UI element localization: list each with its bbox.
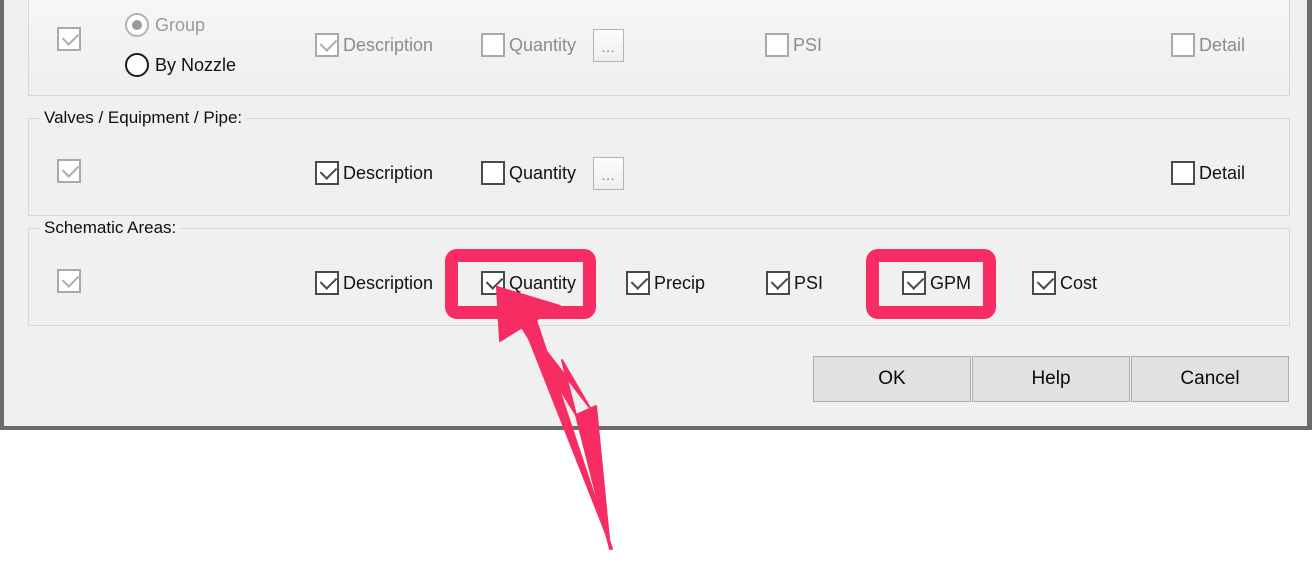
checkbox-label: Description (343, 35, 434, 55)
schematic-master-checkbox[interactable] (57, 269, 81, 293)
checkbox-label: Detail (1199, 163, 1246, 183)
checkbox-glyph (1171, 161, 1195, 185)
group-label-schematic: Schematic Areas: (40, 218, 181, 238)
schematic-checkbox-psi[interactable]: PSI (766, 271, 823, 295)
checkbox-glyph (57, 159, 81, 183)
radio-label-by-nozzle: By Nozzle (155, 55, 237, 75)
group-label-valves: Valves / Equipment / Pipe: (40, 108, 247, 128)
checkbox-glyph (765, 33, 789, 57)
group-schematic-areas: Schematic Areas: Description Quantity Pr… (28, 218, 1290, 326)
checkbox-glyph (315, 271, 339, 295)
valves-checkbox-detail[interactable]: Detail (1171, 161, 1245, 185)
valves-checkbox-description[interactable]: Description (315, 161, 433, 185)
sprinklers-radio-by-nozzle[interactable]: By Nozzle (125, 53, 236, 77)
schematic-checkbox-quantity[interactable]: Quantity (481, 271, 576, 295)
checkbox-label: Precip (654, 273, 706, 293)
checkbox-glyph (902, 271, 926, 295)
checkbox-glyph (1171, 33, 1195, 57)
checkbox-label: PSI (794, 273, 824, 293)
radio-glyph (125, 53, 149, 77)
ok-button[interactable]: OK (813, 356, 971, 402)
checkbox-glyph (626, 271, 650, 295)
schematic-checkbox-cost[interactable]: Cost (1032, 271, 1097, 295)
checkbox-glyph (481, 271, 505, 295)
checkbox-label: PSI (793, 35, 823, 55)
checkbox-glyph (481, 161, 505, 185)
valves-master-checkbox[interactable] (57, 159, 81, 183)
sprinklers-master-checkbox[interactable] (57, 27, 81, 51)
checkbox-label: Quantity (509, 273, 577, 293)
schematic-checkbox-precip[interactable]: Precip (626, 271, 705, 295)
checkbox-label: Description (343, 163, 434, 183)
sprinklers-ellipsis-button[interactable]: ... (593, 29, 624, 62)
group-valves-equipment-pipe: Valves / Equipment / Pipe: Description Q… (28, 108, 1290, 216)
group-sprinklers: Group By Nozzle Description Quantity ...… (28, 0, 1290, 96)
cancel-button[interactable]: Cancel (1131, 356, 1289, 402)
checkbox-label: Quantity (509, 163, 577, 183)
sprinklers-checkbox-detail[interactable]: Detail (1171, 33, 1245, 57)
radio-label-group: Group (155, 15, 206, 35)
sprinklers-checkbox-psi[interactable]: PSI (765, 33, 822, 57)
checkbox-glyph (1032, 271, 1056, 295)
checkbox-glyph (481, 33, 505, 57)
checkbox-label: Description (343, 273, 434, 293)
sprinklers-checkbox-quantity[interactable]: Quantity (481, 33, 576, 57)
checkbox-glyph (57, 269, 81, 293)
checkbox-label: Detail (1199, 35, 1246, 55)
checkbox-glyph (315, 161, 339, 185)
checkbox-glyph (315, 33, 339, 57)
schematic-checkbox-gpm[interactable]: GPM (902, 271, 971, 295)
checkbox-label: GPM (930, 273, 972, 293)
checkbox-label: Quantity (509, 35, 577, 55)
sprinklers-checkbox-description[interactable]: Description (315, 33, 433, 57)
valves-checkbox-quantity[interactable]: Quantity (481, 161, 576, 185)
report-options-dialog: Group By Nozzle Description Quantity ...… (0, 0, 1312, 430)
schematic-checkbox-description[interactable]: Description (315, 271, 433, 295)
valves-ellipsis-button[interactable]: ... (593, 157, 624, 190)
help-button[interactable]: Help (972, 356, 1130, 402)
radio-glyph (125, 13, 149, 37)
checkbox-glyph (766, 271, 790, 295)
checkbox-label: Cost (1060, 273, 1098, 293)
sprinklers-radio-group[interactable]: Group (125, 13, 205, 37)
checkbox-glyph (57, 27, 81, 51)
